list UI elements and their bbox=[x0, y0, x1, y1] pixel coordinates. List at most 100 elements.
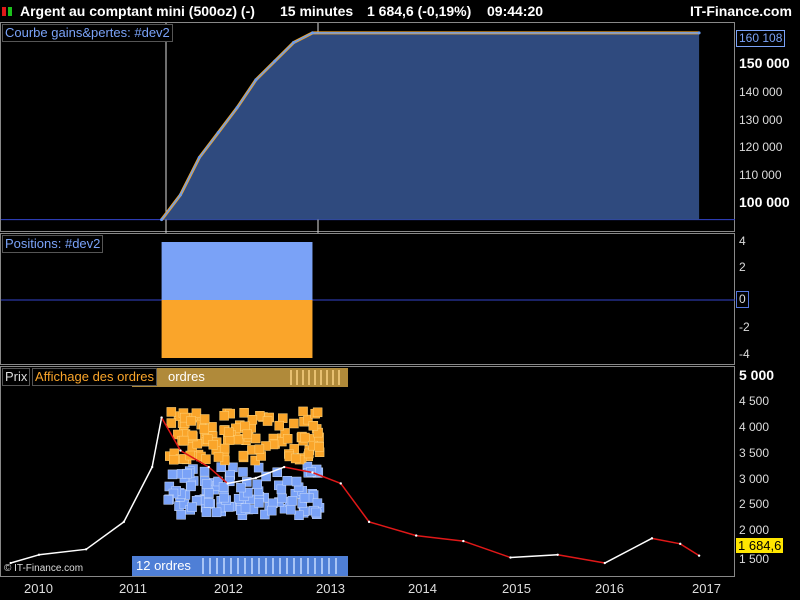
sell-orders-strip bbox=[290, 370, 342, 385]
price-segment bbox=[38, 548, 87, 556]
sell-order-marker bbox=[314, 442, 324, 452]
sell-order-marker bbox=[219, 411, 229, 421]
y-tick: 2 000 bbox=[739, 523, 770, 537]
equity-point bbox=[292, 41, 296, 45]
price-segment bbox=[85, 521, 125, 550]
y-tick: 2 500 bbox=[739, 497, 770, 511]
sell-order-marker bbox=[199, 414, 210, 424]
sell-order-marker bbox=[239, 408, 249, 418]
brand-logo: IT-Finance.com bbox=[690, 3, 792, 19]
copyright-notice: © IT-Finance.com bbox=[4, 563, 84, 574]
last-price-change: 1 684,6 (-0,19%) bbox=[367, 3, 472, 19]
buy-order-marker bbox=[311, 507, 321, 518]
y-tick: 140 000 bbox=[739, 85, 783, 99]
buy-orders-count: 12 ordres bbox=[136, 558, 191, 573]
sell-order-marker bbox=[298, 406, 308, 417]
price-point bbox=[122, 520, 126, 524]
clock-time: 09:44:20 bbox=[487, 3, 544, 19]
time-x-axis: 2010 2011 2012 2013 2014 2015 2016 2017 bbox=[0, 577, 800, 600]
y-tick: 130 000 bbox=[739, 113, 783, 127]
price-segment bbox=[312, 471, 342, 485]
y-tick: -4 bbox=[739, 347, 750, 361]
buy-order-marker bbox=[186, 481, 196, 492]
price-point bbox=[254, 476, 258, 480]
y-tick: 3 000 bbox=[739, 472, 770, 486]
y-tick: 100 000 bbox=[739, 194, 790, 210]
sell-orders-summary[interactable]: ordres bbox=[132, 368, 348, 387]
buy-order-marker bbox=[176, 510, 186, 520]
sell-order-marker bbox=[186, 416, 196, 426]
sell-order-marker bbox=[262, 416, 273, 426]
sell-order-marker bbox=[242, 429, 252, 440]
orders-display-toggle[interactable]: Affichage des ordres bbox=[32, 368, 157, 386]
buy-order-marker bbox=[199, 466, 210, 477]
timeframe-label[interactable]: 15 minutes bbox=[280, 0, 353, 22]
buy-order-marker bbox=[201, 479, 212, 489]
price-point bbox=[84, 548, 88, 551]
sell-order-marker bbox=[219, 443, 230, 454]
price-point bbox=[603, 561, 606, 565]
x-tick: 2011 bbox=[119, 581, 147, 596]
long-position-bar bbox=[161, 242, 313, 300]
x-tick: 2017 bbox=[692, 581, 721, 596]
equity-panel[interactable]: Courbe gains&pertes: #dev2 bbox=[0, 22, 736, 233]
price-segment bbox=[510, 554, 558, 559]
buy-order-marker bbox=[294, 510, 304, 521]
sell-order-marker bbox=[201, 454, 211, 464]
sell-order-marker bbox=[166, 418, 177, 428]
sell-order-marker bbox=[290, 453, 301, 464]
buy-order-marker bbox=[211, 507, 222, 518]
y-tick: 3 500 bbox=[739, 446, 770, 460]
sell-order-marker bbox=[250, 433, 261, 444]
x-tick: 2010 bbox=[24, 581, 53, 596]
x-tick: 2016 bbox=[595, 581, 624, 596]
price-point bbox=[282, 465, 286, 469]
price-down-icon bbox=[2, 7, 6, 16]
x-tick: 2014 bbox=[408, 581, 437, 596]
price-segment bbox=[340, 483, 370, 523]
buy-order-marker bbox=[240, 503, 251, 513]
sell-order-marker bbox=[223, 427, 234, 438]
price-point bbox=[415, 534, 418, 537]
buy-order-marker bbox=[163, 495, 174, 505]
y-tick: 2 bbox=[739, 260, 746, 274]
price-point bbox=[650, 537, 654, 540]
buy-order-marker bbox=[277, 493, 287, 504]
equity-y-axis: 160 108 150 000 140 000 130 000 120 000 … bbox=[735, 22, 800, 232]
price-segment bbox=[463, 540, 511, 559]
y-tick: 110 000 bbox=[739, 168, 782, 182]
buy-order-marker bbox=[252, 479, 262, 490]
title-bar: Argent au comptant mini (500oz) (-) 15 m… bbox=[0, 0, 800, 22]
sell-order-marker bbox=[166, 407, 177, 417]
buy-order-marker bbox=[276, 484, 287, 495]
price-point bbox=[179, 449, 182, 452]
price-current-value: 1 684,6 bbox=[736, 538, 784, 553]
y-tick: 5 000 bbox=[739, 367, 775, 383]
buy-order-marker bbox=[182, 468, 192, 479]
buy-order-marker bbox=[167, 469, 178, 480]
price-up-icon bbox=[8, 7, 12, 16]
price-point bbox=[367, 520, 371, 524]
equity-point bbox=[273, 59, 277, 63]
price-segment bbox=[10, 554, 40, 564]
short-position-bar bbox=[161, 300, 313, 358]
buy-order-marker bbox=[282, 476, 293, 486]
price-segment bbox=[651, 537, 681, 545]
price-segment bbox=[557, 554, 605, 564]
sell-order-marker bbox=[169, 454, 179, 465]
y-tick: 4 000 bbox=[739, 420, 770, 434]
position-current-value: 0 bbox=[736, 291, 749, 308]
buy-orders-summary[interactable]: 12 ordres bbox=[132, 556, 348, 576]
equity-current-value: 160 108 bbox=[736, 30, 786, 47]
equity-curve-chart bbox=[1, 23, 736, 233]
equity-point bbox=[310, 31, 314, 35]
positions-panel[interactable]: Positions: #dev2 bbox=[0, 233, 736, 365]
sell-order-marker bbox=[274, 420, 284, 431]
y-tick: -2 bbox=[739, 320, 750, 334]
price-point bbox=[150, 465, 154, 469]
price-point bbox=[339, 482, 342, 485]
price-point bbox=[160, 416, 163, 419]
price-segment bbox=[416, 534, 464, 542]
price-point bbox=[311, 471, 314, 474]
price-panel[interactable]: ordres 12 ordres Prix Affichage des ordr… bbox=[0, 366, 735, 577]
